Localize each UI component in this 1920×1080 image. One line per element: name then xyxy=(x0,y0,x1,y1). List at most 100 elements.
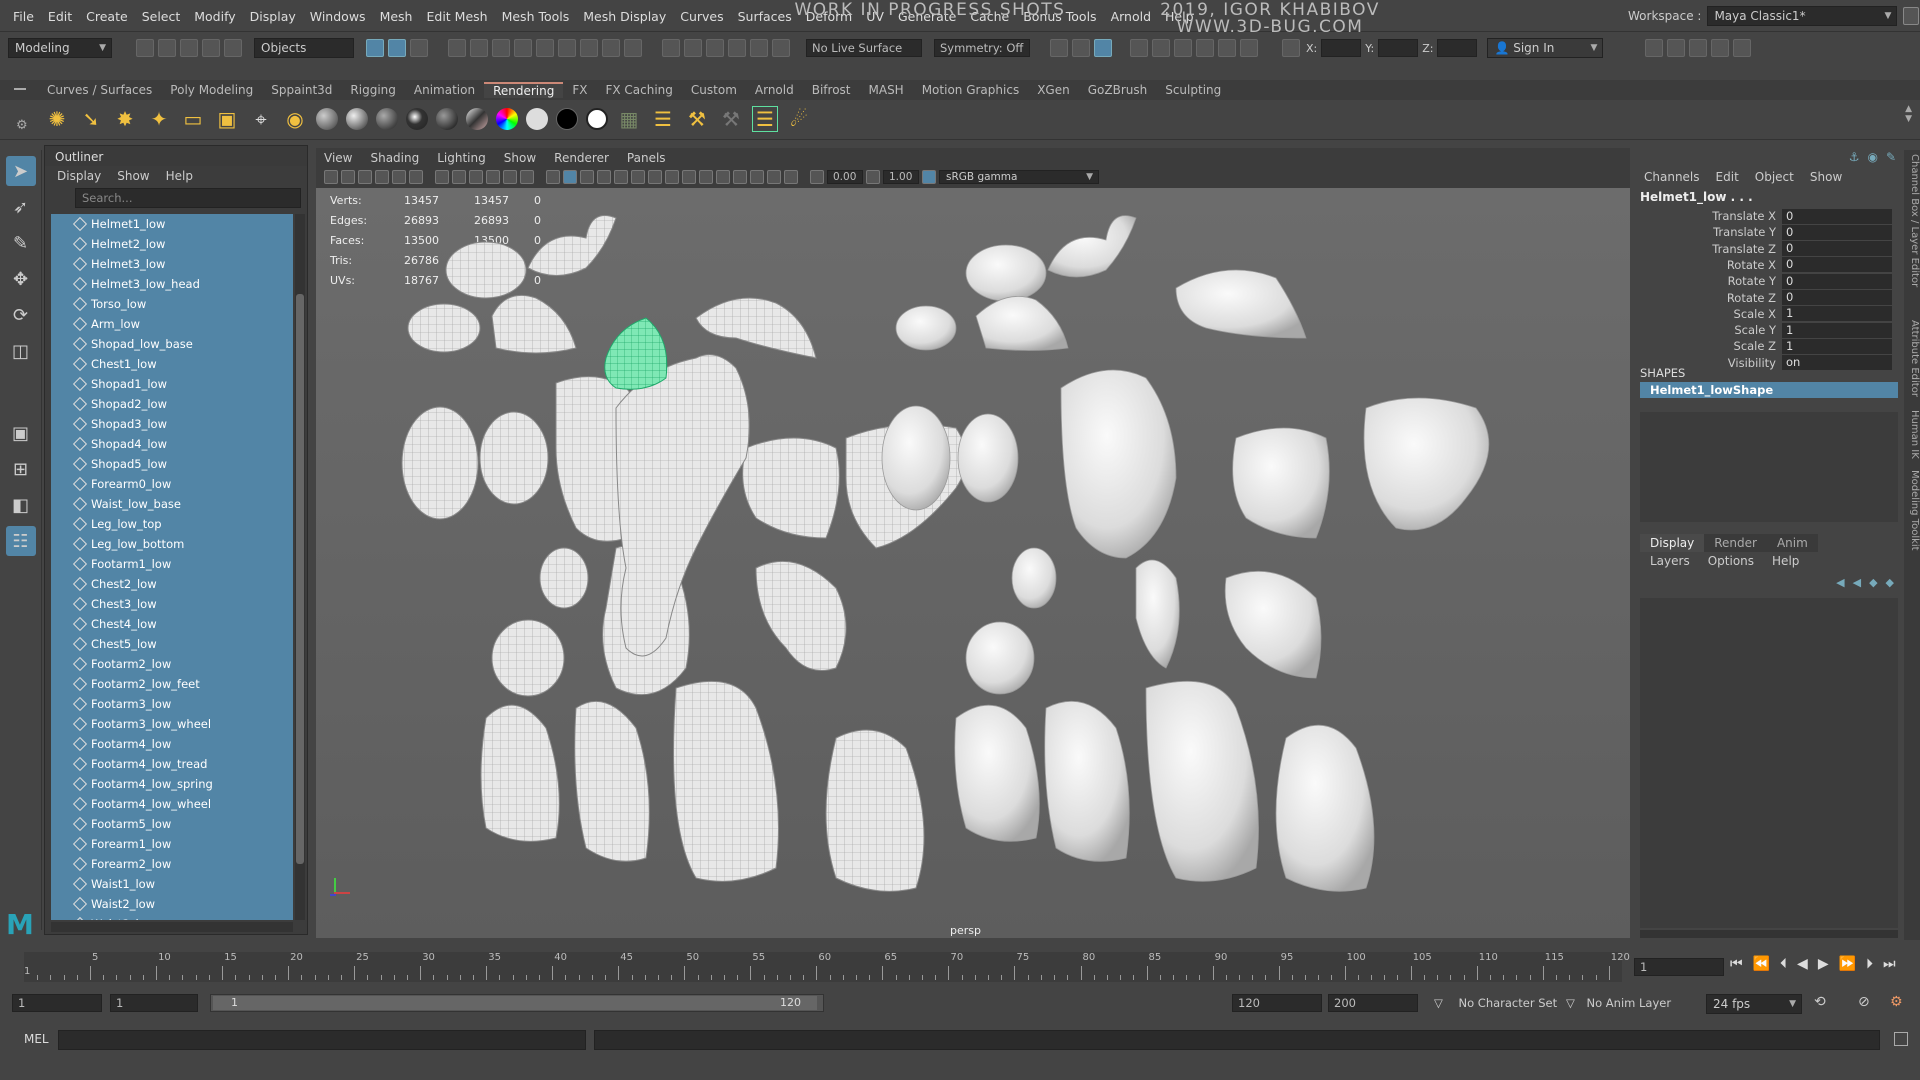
anim-prefs-icon[interactable]: ⚙ xyxy=(1890,994,1903,1010)
shelf-tab-bifrost[interactable]: Bifrost xyxy=(803,83,860,97)
layer-menu-options[interactable]: Options xyxy=(1708,554,1754,568)
y-coord-field[interactable] xyxy=(1378,39,1419,57)
paint-select-tool-icon[interactable]: ✎ xyxy=(6,228,36,258)
batch-render-icon[interactable]: ⚒ xyxy=(718,106,744,132)
shelf-tab-rendering[interactable]: Rendering xyxy=(484,82,564,98)
outliner-item[interactable]: Leg_low_top xyxy=(51,514,293,534)
outliner-item[interactable]: Arm_low xyxy=(51,314,293,334)
modeling-toolkit-icon[interactable] xyxy=(1645,39,1664,57)
outliner-item[interactable]: Helmet2_low xyxy=(51,234,293,254)
ramp-shader-icon[interactable] xyxy=(466,108,488,130)
hypershade-icon[interactable] xyxy=(1196,39,1214,57)
motion-blur-icon[interactable] xyxy=(682,170,696,184)
isolate-select-icon[interactable] xyxy=(733,170,747,184)
render-camera-icon[interactable]: ◉ xyxy=(282,106,308,132)
undo-icon[interactable] xyxy=(202,39,220,57)
two-pane-layout-icon[interactable]: ◧ xyxy=(6,490,36,520)
outliner-item[interactable]: Footarm4_low xyxy=(51,734,293,754)
camera-zoom-icon[interactable] xyxy=(1072,39,1090,57)
outliner-item[interactable]: Footarm2_low xyxy=(51,654,293,674)
channel-translate-z[interactable]: Translate Z 0 xyxy=(1640,241,1902,257)
shape-node[interactable]: Helmet1_lowShape xyxy=(1640,382,1898,398)
lock-icon[interactable] xyxy=(1903,7,1920,25)
snap-misc-icon[interactable] xyxy=(624,39,642,57)
channel-rotate-x[interactable]: Rotate X 0 xyxy=(1640,257,1902,273)
edit-icon[interactable]: ✎ xyxy=(1886,150,1896,164)
menu-edit-mesh[interactable]: Edit Mesh xyxy=(419,9,494,24)
shelf-tab-sppaint3d[interactable]: Sppaint3d xyxy=(262,83,341,97)
exposure-field[interactable]: 0.00 xyxy=(827,170,863,184)
menu-mesh[interactable]: Mesh xyxy=(373,9,420,24)
select-component-icon[interactable] xyxy=(410,39,428,57)
render-view-icon[interactable] xyxy=(1130,39,1148,57)
pause-icon[interactable] xyxy=(1240,39,1258,57)
channel-box-icon[interactable] xyxy=(1733,39,1752,57)
outliner-item[interactable]: Waist_low_base xyxy=(51,494,293,514)
outliner-item[interactable]: Leg_low_bottom xyxy=(51,534,293,554)
shelf-scroll-icon[interactable]: ▲ ▼ xyxy=(1905,104,1912,124)
outliner-item[interactable]: Shopad_low_base xyxy=(51,334,293,354)
shelf-tab-custom[interactable]: Custom xyxy=(682,83,746,97)
area-light-icon[interactable]: ▭ xyxy=(180,106,206,132)
channel-rotate-z[interactable]: Rotate Z 0 xyxy=(1640,290,1902,306)
outliner-item[interactable]: Forearm1_low xyxy=(51,834,293,854)
rotate-tool-icon[interactable]: ⟳ xyxy=(6,300,36,330)
menu-mesh-display[interactable]: Mesh Display xyxy=(576,9,673,24)
input-ops-icon[interactable] xyxy=(684,39,702,57)
surface-shader-sphere-icon[interactable] xyxy=(406,108,428,130)
transform-mode-icon[interactable] xyxy=(1282,39,1300,57)
outliner-menu-show[interactable]: Show xyxy=(117,169,149,183)
layer-tab-anim[interactable]: Anim xyxy=(1766,534,1818,552)
channel-value-field[interactable]: 0 xyxy=(1782,224,1892,240)
outliner-item[interactable]: Shopad3_low xyxy=(51,414,293,434)
scroll-thumb[interactable] xyxy=(296,294,304,864)
colorspace-dropdown[interactable]: sRGB gamma ▼ xyxy=(939,170,1099,184)
sign-in-button[interactable]: 👤 Sign In ▼ xyxy=(1487,38,1604,58)
step-back-icon[interactable]: ⏴ xyxy=(1780,956,1787,972)
select-hierarchy-icon[interactable] xyxy=(366,39,384,57)
single-pane-layout-icon[interactable]: ▣ xyxy=(6,418,36,448)
channel-menu-object[interactable]: Object xyxy=(1755,170,1794,184)
camera-icon[interactable]: ⌖ xyxy=(248,106,274,132)
layer-menu-layers[interactable]: Layers xyxy=(1650,554,1690,568)
time-ruler[interactable]: 1 5 10 15 20 25 30 35 40 45 50 55 60 65 70 75 80 85 90 95 10… xyxy=(24,952,1630,982)
camera-attributes-icon[interactable] xyxy=(341,170,355,184)
outliner-item[interactable]: Footarm3_low xyxy=(51,694,293,714)
safe-action-icon[interactable] xyxy=(520,170,534,184)
viewport-menu-lighting[interactable]: Lighting xyxy=(437,151,486,165)
save-scene-icon[interactable] xyxy=(180,39,198,57)
channel-value-field[interactable]: 1 xyxy=(1782,306,1892,322)
snap-lock-icon[interactable] xyxy=(602,39,620,57)
channel-scale-z[interactable]: Scale Z 1 xyxy=(1640,338,1902,354)
new-layer-icon[interactable]: ◆ xyxy=(1869,576,1877,589)
new-layer-selected-icon[interactable]: ◆ xyxy=(1886,576,1894,589)
render-settings-icon[interactable] xyxy=(772,39,790,57)
backface-icon[interactable] xyxy=(784,170,798,184)
point-light-icon[interactable]: ✸ xyxy=(112,106,138,132)
gate-mask-icon[interactable] xyxy=(486,170,500,184)
outliner-menu-display[interactable]: Display xyxy=(57,169,101,183)
four-pane-layout-icon[interactable]: ⊞ xyxy=(6,454,36,484)
history-icon[interactable] xyxy=(662,39,680,57)
layer-hscrollbar[interactable] xyxy=(1640,930,1898,938)
scale-tool-icon[interactable]: ◫ xyxy=(6,336,36,366)
channel-menu-channels[interactable]: Channels xyxy=(1644,170,1700,184)
color-management-icon[interactable] xyxy=(922,170,936,184)
spot-light-icon[interactable]: ✦ xyxy=(146,106,172,132)
menu-mesh-tools[interactable]: Mesh Tools xyxy=(495,9,577,24)
volume-light-icon[interactable]: ▣ xyxy=(214,106,240,132)
render-settings-shelf-icon[interactable]: ⚒ xyxy=(684,106,710,132)
white-swatch-icon[interactable] xyxy=(526,108,548,130)
menu-file[interactable]: File xyxy=(6,9,41,24)
snap-view-icon[interactable] xyxy=(580,39,598,57)
outliner-item[interactable]: Helmet1_low xyxy=(51,214,293,234)
outliner-scrollbar[interactable] xyxy=(295,214,305,920)
select-tool-icon[interactable]: ➤ xyxy=(5,156,36,186)
camera-pan-icon[interactable] xyxy=(1094,39,1112,57)
phong-sphere-icon[interactable] xyxy=(376,108,398,130)
resolution-gate-icon[interactable] xyxy=(469,170,483,184)
lambert-sphere-icon[interactable] xyxy=(316,108,338,130)
ambient-occlusion-icon[interactable] xyxy=(665,170,679,184)
blinn-sphere-icon[interactable] xyxy=(346,108,368,130)
command-language-label[interactable]: MEL xyxy=(24,1032,49,1046)
